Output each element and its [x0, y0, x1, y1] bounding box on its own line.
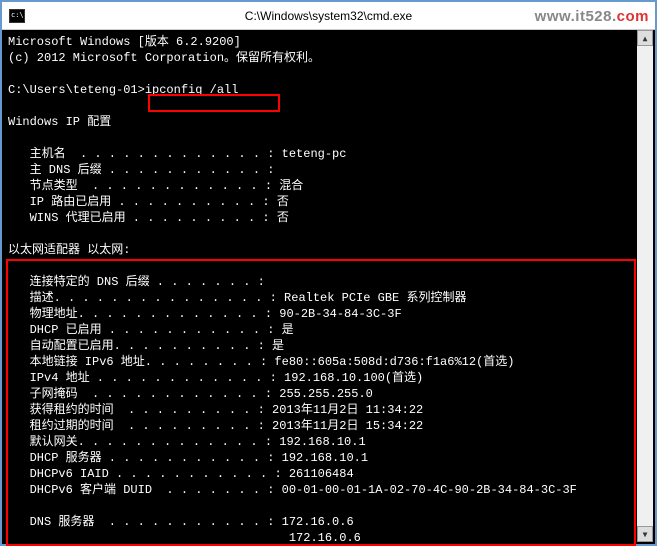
line-version: Microsoft Windows [版本 6.2.9200]	[8, 35, 241, 49]
line-copyright: (c) 2012 Microsoft Corporation。保留所有权利。	[8, 51, 320, 65]
chevron-up-icon: ▲	[643, 34, 648, 43]
window-frame: C:\Windows\system32\cmd.exe www.it528.co…	[0, 0, 657, 546]
watermark-suffix: com	[617, 8, 649, 25]
scrollbar[interactable]: ▲ ▼	[637, 30, 653, 542]
scroll-down-button[interactable]: ▼	[637, 526, 653, 542]
line-adapter-header: 以太网适配器 以太网:	[8, 243, 130, 257]
line-prompt: C:\Users\teteng-01>ipconfig /all	[8, 83, 238, 97]
line-header: Windows IP 配置	[8, 115, 111, 129]
line-description: 描述. . . . . . . . . . . . . . . : Realte…	[8, 291, 466, 305]
line-lease-obtained: 获得租约的时间 . . . . . . . . . : 2013年11月2日 1…	[8, 403, 423, 417]
app-icon-area	[2, 2, 32, 29]
line-autoconfig: 自动配置已启用. . . . . . . . . . : 是	[8, 339, 284, 353]
watermark-prefix: www.it528.	[535, 8, 617, 25]
line-dns-suffix: 主 DNS 后缀 . . . . . . . . . . . :	[8, 163, 274, 177]
line-dhcp-enabled: DHCP 已启用 . . . . . . . . . . . : 是	[8, 323, 294, 337]
line-physical-addr: 物理地址. . . . . . . . . . . . . : 90-2B-34…	[8, 307, 402, 321]
line-ipv6-local: 本地链接 IPv6 地址. . . . . . . . : fe80::605a…	[8, 355, 514, 369]
line-gateway: 默认网关. . . . . . . . . . . . . : 192.168.…	[8, 435, 366, 449]
cmd-icon	[9, 9, 25, 23]
line-dns-servers2: 172.16.0.6	[8, 531, 361, 544]
watermark: www.it528.com	[535, 8, 649, 25]
line-node-type: 节点类型 . . . . . . . . . . . . : 混合	[8, 179, 303, 193]
terminal-output[interactable]: Microsoft Windows [版本 6.2.9200] (c) 2012…	[2, 30, 655, 544]
line-hostname: 主机名 . . . . . . . . . . . . . : teteng-p…	[8, 147, 346, 161]
chevron-down-icon: ▼	[643, 530, 648, 539]
line-wins-proxy: WINS 代理已启用 . . . . . . . . . : 否	[8, 211, 289, 225]
line-conn-dns: 连接特定的 DNS 后缀 . . . . . . . :	[8, 275, 265, 289]
line-ip-routing: IP 路由已启用 . . . . . . . . . . : 否	[8, 195, 289, 209]
line-ipv4-addr: IPv4 地址 . . . . . . . . . . . . : 192.16…	[8, 371, 423, 385]
scroll-up-button[interactable]: ▲	[637, 30, 653, 46]
line-subnet: 子网掩码 . . . . . . . . . . . . : 255.255.2…	[8, 387, 373, 401]
line-dhcpv6-duid: DHCPv6 客户端 DUID . . . . . . . : 00-01-00…	[8, 483, 577, 497]
line-dhcpv6-iaid: DHCPv6 IAID . . . . . . . . . . . : 2611…	[8, 467, 354, 481]
line-dns-servers: DNS 服务器 . . . . . . . . . . . : 172.16.0…	[8, 515, 354, 529]
line-lease-expires: 租约过期的时间 . . . . . . . . . : 2013年11月2日 1…	[8, 419, 423, 433]
line-dhcp-server: DHCP 服务器 . . . . . . . . . . . : 192.168…	[8, 451, 368, 465]
